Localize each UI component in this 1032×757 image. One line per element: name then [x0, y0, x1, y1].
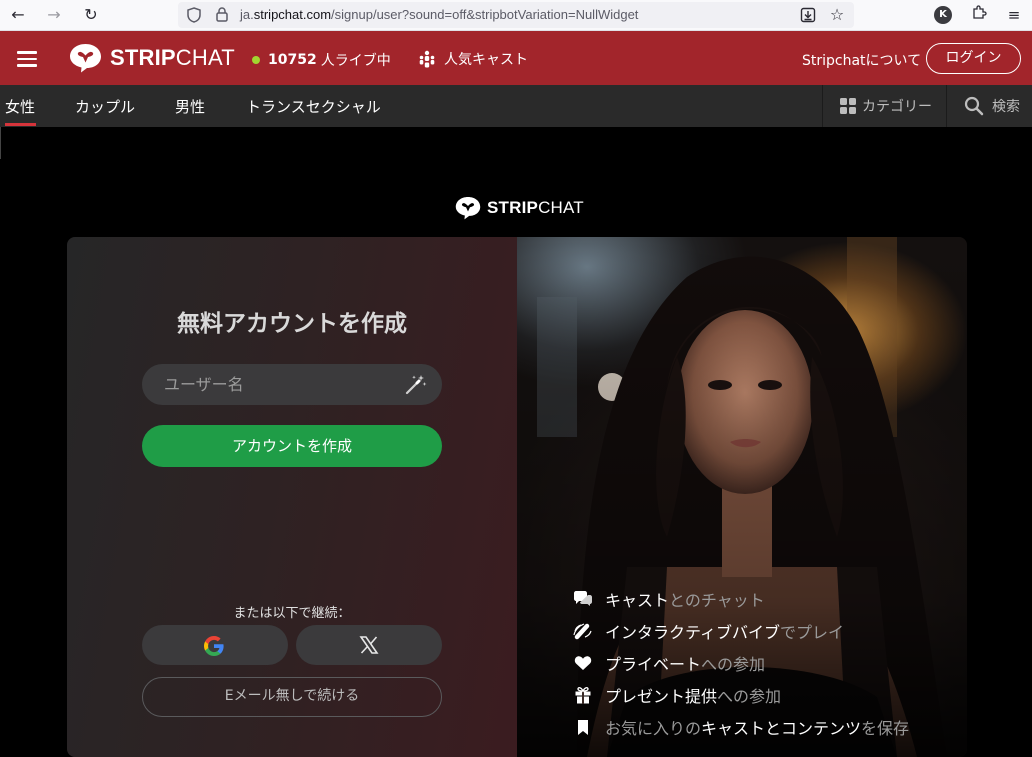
categories-button[interactable]: カテゴリー	[822, 85, 947, 127]
or-continue-label: または以下で継続：	[233, 606, 351, 621]
browser-toolbar: ← → ↻ ja.stripchat.com/signup/user?sound…	[0, 0, 1032, 31]
site-header: STRIPCHAT 10752 人ライブ中 人気キャスト Stripchatにつ…	[0, 31, 1032, 85]
promo-panel: キャスト とのチャット インタラクティブバイブ でプレイ プライベート への参加 プレ…	[517, 237, 967, 757]
feature-item-favorites: お気に入りの キャストとコンテンツ を保存	[573, 711, 909, 743]
search-button[interactable]: 検索	[946, 85, 1032, 127]
heart-icon	[573, 654, 593, 672]
lock-icon[interactable]	[214, 7, 230, 23]
google-login-button[interactable]	[142, 625, 288, 665]
bookmark-icon	[573, 718, 593, 736]
magic-wand-icon[interactable]	[403, 373, 427, 397]
google-icon	[204, 636, 224, 656]
tab-male[interactable]: 男性	[175, 96, 205, 117]
x-login-button[interactable]	[296, 625, 442, 665]
feature-item-gift: プレゼント提供 への参加	[573, 679, 909, 711]
shield-icon[interactable]	[186, 7, 202, 23]
feature-dim-text: への参加	[717, 687, 782, 706]
feature-dim-text: への参加	[701, 655, 766, 674]
feature-dim-text: とのチャット	[669, 591, 765, 610]
login-button[interactable]: ログイン	[926, 43, 1021, 74]
category-bar: 女性 カップル 男性 トランスセクシャル カテゴリー 検索	[0, 85, 1032, 127]
people-icon	[419, 50, 435, 68]
signup-logo: STRIPCHAT	[455, 196, 584, 220]
feature-item-private: プライベート への参加	[573, 647, 909, 679]
gift-icon	[573, 686, 593, 704]
create-account-button[interactable]: アカウントを作成	[142, 425, 442, 467]
feature-dim-text: お気に入りの	[605, 719, 702, 738]
hamburger-menu-icon[interactable]	[17, 51, 37, 67]
popular-casts-link[interactable]: 人気キャスト	[418, 49, 528, 69]
live-count: 10752 人ライブ中	[252, 50, 391, 70]
tab-couple[interactable]: カップル	[75, 96, 135, 117]
feature-dim-text: でプレイ	[780, 623, 845, 642]
live-dot-icon	[252, 56, 260, 64]
url-text: ja.stripchat.com/signup/user?sound=off&s…	[240, 7, 639, 22]
site-logo[interactable]: STRIPCHAT	[69, 43, 235, 73]
back-arrow-icon[interactable]: ←	[6, 4, 30, 26]
feature-bright-text: インタラクティブバイブ	[605, 623, 781, 642]
feature-item-chat: キャスト とのチャット	[573, 583, 909, 615]
continue-without-email-button[interactable]: Eメール無しで続ける	[142, 677, 442, 717]
feature-bright-text: プライベート	[605, 655, 702, 674]
chat-icon	[573, 590, 593, 608]
url-bar[interactable]: ja.stripchat.com/signup/user?sound=off&s…	[178, 2, 854, 28]
active-tab-indicator	[5, 123, 36, 126]
signup-form-panel: 無料アカウントを作成 アカウントを作成 または以下で継続： Eメール無し	[67, 237, 517, 757]
profile-avatar[interactable]: K	[934, 6, 952, 24]
popular-casts-label: 人気キャスト	[444, 52, 528, 68]
about-link[interactable]: Stripchatについて	[802, 50, 921, 70]
menu-icon[interactable]: ≡	[1003, 4, 1025, 26]
feature-dim-text: を保存	[861, 719, 910, 738]
categories-label: カテゴリー	[862, 99, 932, 115]
logo-bubble-icon	[70, 44, 101, 73]
tab-female[interactable]: 女性	[5, 96, 35, 117]
feature-list: キャスト とのチャット インタラクティブバイブ でプレイ プライベート への参加 プレ…	[573, 583, 909, 743]
tab-transsexual[interactable]: トランスセクシャル	[246, 96, 381, 117]
live-count-number: 10752	[268, 52, 317, 68]
x-logo-icon	[359, 636, 379, 654]
forward-arrow-icon[interactable]: →	[42, 4, 66, 26]
feature-bright-text: キャストとコンテンツ	[701, 719, 862, 738]
divider	[0, 127, 1, 159]
feature-bright-text: キャスト	[605, 591, 670, 610]
signup-title: 無料アカウントを作成	[177, 311, 407, 337]
vibrator-icon	[573, 622, 593, 640]
search-label: 検索	[992, 99, 1020, 115]
search-icon	[964, 96, 984, 116]
reload-icon[interactable]: ↻	[79, 4, 103, 26]
download-page-icon[interactable]	[800, 7, 816, 23]
feature-item-vibe: インタラクティブバイブ でプレイ	[573, 615, 909, 647]
username-input[interactable]	[142, 364, 442, 405]
live-count-label: 人ライブ中	[320, 53, 391, 69]
bookmark-star-icon[interactable]: ☆	[829, 7, 845, 23]
logo-bubble-icon	[455, 196, 481, 220]
grid-icon	[840, 98, 856, 114]
extensions-icon[interactable]	[968, 4, 990, 26]
feature-bright-text: プレゼント提供	[605, 687, 718, 706]
signup-card: 無料アカウントを作成 アカウントを作成 または以下で継続： Eメール無し	[67, 237, 967, 757]
